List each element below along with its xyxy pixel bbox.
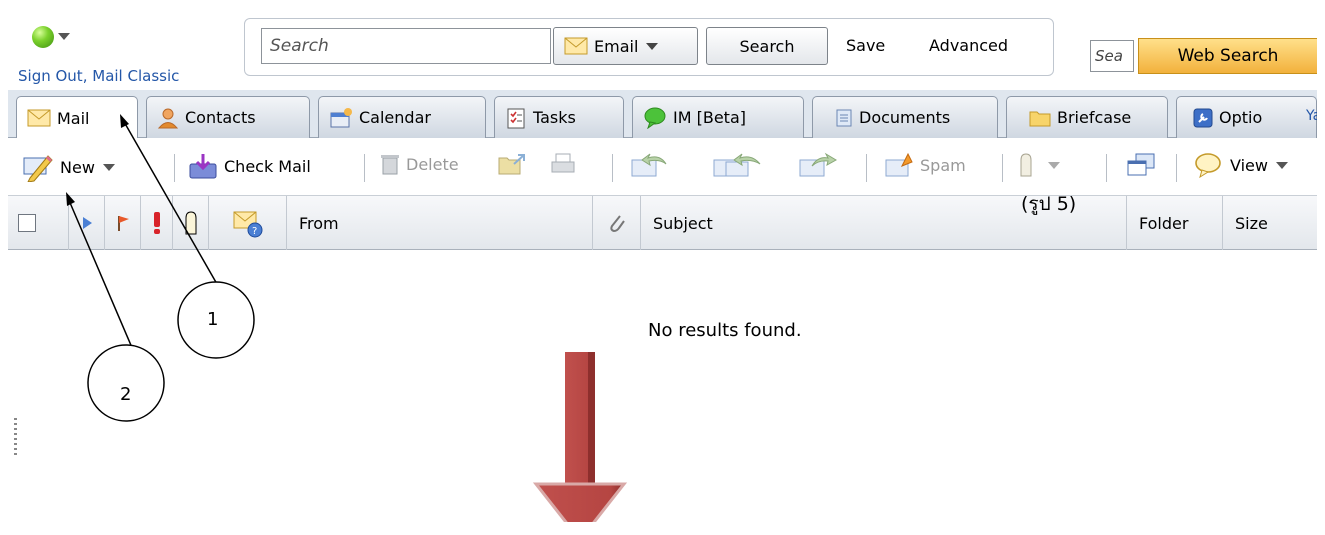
- callout-2-line: [67, 197, 134, 351]
- callout-2-circle: [87, 344, 165, 422]
- tab-overflow-text: Yah: [1306, 108, 1317, 124]
- down-arrow-shadow: [588, 352, 595, 486]
- callout-2-number: 2: [120, 384, 132, 405]
- callout-1-number: 1: [207, 309, 219, 330]
- zimbra-mail-window: Sign Out, Mail Classic Email Search Save…: [8, 0, 1317, 522]
- callout-1-line: [122, 119, 226, 299]
- arrowhead-icon: [120, 114, 129, 128]
- arrowhead-icon: [66, 192, 75, 206]
- down-arrow-head: [532, 482, 628, 522]
- annotation-overlay: [66, 114, 628, 522]
